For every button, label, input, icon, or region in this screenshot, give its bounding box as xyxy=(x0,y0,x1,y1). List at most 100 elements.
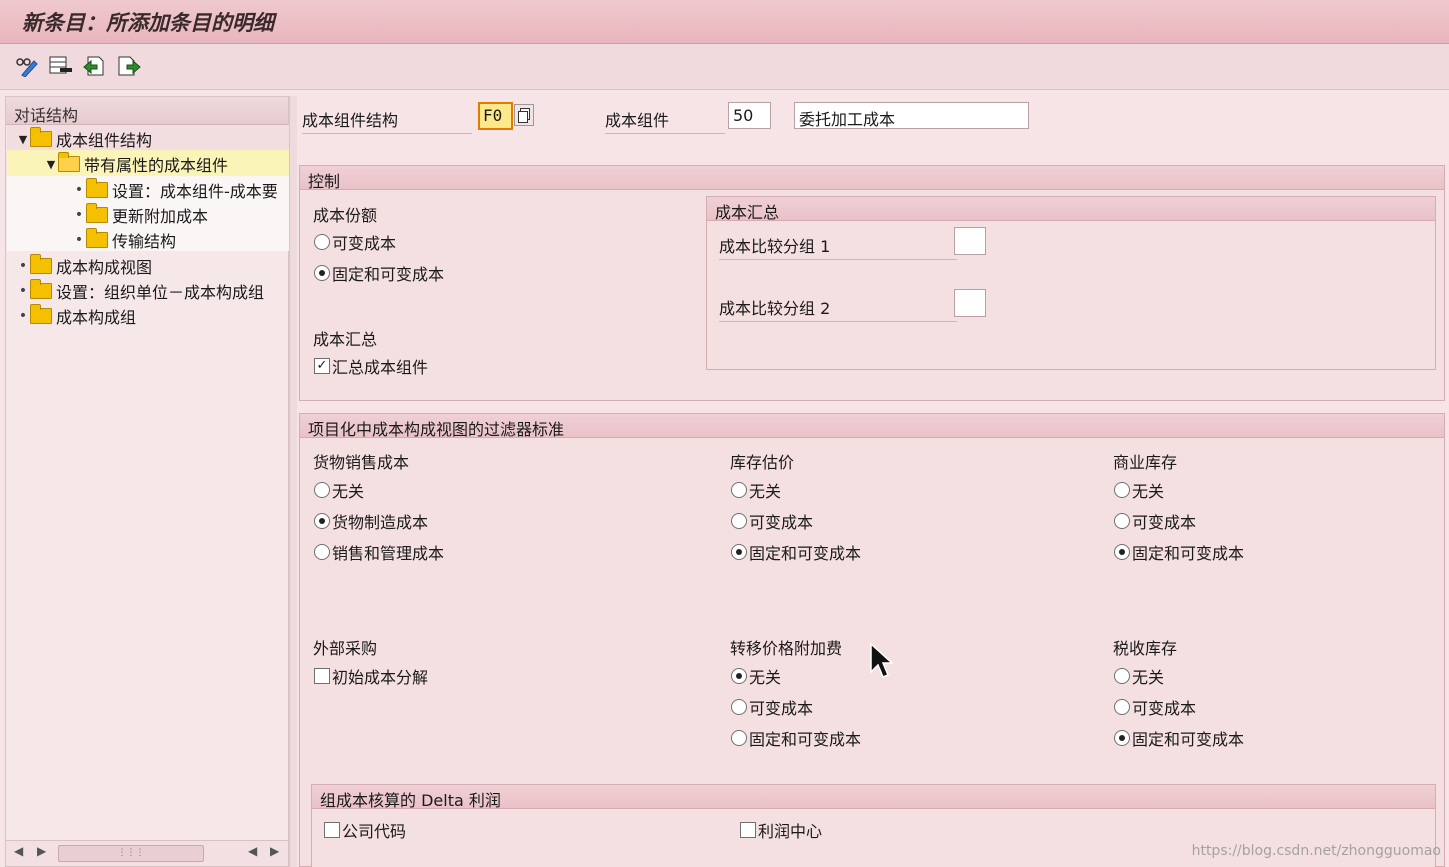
bullet-icon: • xyxy=(18,258,28,274)
filter-criteria-group: 项目化中成本构成视图的过滤器标准 货物销售成本 无关 货物制造成本 销售和管理成… xyxy=(299,413,1445,867)
comparison-group-1-input[interactable] xyxy=(954,227,986,255)
radio-circle-selected[interactable] xyxy=(731,668,747,684)
checkbox-unchecked[interactable] xyxy=(324,822,340,838)
checkbox-label: 公司代码 xyxy=(342,822,407,841)
comparison-group-2-input[interactable] xyxy=(954,289,986,317)
cost-rollup-title: 成本汇总 xyxy=(313,330,378,349)
radio-label: 货物制造成本 xyxy=(332,513,429,532)
radio-fixed-variable-cost[interactable]: 固定和可变成本 xyxy=(314,262,444,284)
expand-triangle-icon[interactable]: ▼ xyxy=(16,133,30,146)
cost-share-title: 成本份额 xyxy=(313,206,378,225)
display-change-icon[interactable] xyxy=(14,54,40,78)
radio-circle-selected[interactable] xyxy=(314,265,330,281)
tree-node-label: 更新附加成本 xyxy=(112,207,209,226)
tree-node-label: 传输结构 xyxy=(112,232,177,251)
radio-label: 无关 xyxy=(1132,482,1165,501)
cogs-title: 货物销售成本 xyxy=(313,453,410,472)
tree-node-cost-component-views[interactable]: • 成本构成视图 xyxy=(16,254,152,278)
checkbox-checked[interactable]: ✓ xyxy=(314,358,330,374)
tree-node-cost-component-groups[interactable]: • 成本构成组 xyxy=(16,304,136,328)
radio-circle[interactable] xyxy=(1114,482,1130,498)
radio-commercial-irrelevant[interactable]: 无关 xyxy=(1114,479,1164,501)
bullet-icon: • xyxy=(74,207,84,223)
radio-circle[interactable] xyxy=(314,234,330,250)
radio-circle[interactable] xyxy=(731,513,747,529)
radio-transfer-fixed-variable[interactable]: 固定和可变成本 xyxy=(731,727,861,749)
control-group-title: 控制 xyxy=(300,166,1444,191)
radio-circle[interactable] xyxy=(314,482,330,498)
cost-component-input[interactable]: 50 xyxy=(728,102,771,129)
radio-variable-cost[interactable]: 可变成本 xyxy=(314,231,396,253)
checkbox-label: 初始成本分解 xyxy=(332,668,429,687)
tree-node-settings-org-units[interactable]: • 设置：组织单位－成本构成组 xyxy=(16,279,264,303)
radio-circle-selected[interactable] xyxy=(731,544,747,560)
radio-cogs-sales-admin[interactable]: 销售和管理成本 xyxy=(314,541,444,563)
radio-circle-selected[interactable] xyxy=(314,513,330,529)
tax-inventory-title: 税收库存 xyxy=(1113,639,1178,658)
checkbox-unchecked[interactable] xyxy=(740,822,756,838)
radio-label: 可变成本 xyxy=(1132,513,1197,532)
radio-circle[interactable] xyxy=(314,544,330,560)
tree-node-label: 成本构成组 xyxy=(56,308,137,327)
checkbox-profit-center[interactable]: 利润中心 xyxy=(740,819,822,841)
folder-icon xyxy=(86,178,108,198)
cost-component-structure-input[interactable]: F0 xyxy=(478,102,513,130)
scroll-right-icon[interactable]: ▶ xyxy=(37,844,46,858)
delete-row-icon[interactable] xyxy=(48,54,74,78)
radio-circle-selected[interactable] xyxy=(1114,730,1130,746)
inventory-valuation-title: 库存估价 xyxy=(730,453,795,472)
scroll-right-icon[interactable]: ▶ xyxy=(270,844,279,858)
radio-circle[interactable] xyxy=(1114,699,1130,715)
checkbox-label: 利润中心 xyxy=(758,822,823,841)
tree-node-components-with-attributes[interactable]: ▼ 带有属性的成本组件 xyxy=(44,152,228,176)
radio-transfer-irrelevant[interactable]: 无关 xyxy=(731,665,781,687)
radio-inventory-fixed-variable[interactable]: 固定和可变成本 xyxy=(731,541,861,563)
radio-tax-variable[interactable]: 可变成本 xyxy=(1114,696,1196,718)
radio-circle[interactable] xyxy=(1114,513,1130,529)
previous-entry-icon[interactable] xyxy=(82,54,108,78)
cost-component-description[interactable]: 委托加工成本 xyxy=(794,102,1029,129)
radio-circle[interactable] xyxy=(731,730,747,746)
radio-circle[interactable] xyxy=(731,482,747,498)
copy-icon[interactable] xyxy=(514,104,534,126)
tree-node-transfer-structure[interactable]: • 传输结构 xyxy=(72,228,176,252)
toolbar xyxy=(0,44,1449,90)
checkbox-company-code[interactable]: 公司代码 xyxy=(324,819,406,841)
next-entry-icon[interactable] xyxy=(116,54,142,78)
radio-inventory-variable[interactable]: 可变成本 xyxy=(731,510,813,532)
radio-transfer-variable[interactable]: 可变成本 xyxy=(731,696,813,718)
comparison-group-1-label: 成本比较分组 1 xyxy=(719,233,957,260)
radio-tax-irrelevant[interactable]: 无关 xyxy=(1114,665,1164,687)
checkbox-unchecked[interactable] xyxy=(314,668,330,684)
folder-icon xyxy=(30,127,52,147)
tree-node-cost-component-structure[interactable]: ▼ 成本组件结构 xyxy=(16,127,152,151)
tree-node-label: 成本组件结构 xyxy=(56,131,153,150)
radio-circle[interactable] xyxy=(1114,668,1130,684)
mouse-pointer-icon xyxy=(869,642,895,684)
bullet-icon: • xyxy=(18,283,28,299)
radio-inventory-irrelevant[interactable]: 无关 xyxy=(731,479,781,501)
tree-node-settings-cost-elements[interactable]: • 设置：成本组件-成本要 xyxy=(72,178,278,202)
scroll-left-icon[interactable]: ◀ xyxy=(14,844,23,858)
radio-commercial-variable[interactable]: 可变成本 xyxy=(1114,510,1196,532)
open-folder-icon xyxy=(58,152,80,172)
radio-label: 无关 xyxy=(749,482,782,501)
radio-tax-fixed-variable[interactable]: 固定和可变成本 xyxy=(1114,727,1244,749)
panel-splitter[interactable] xyxy=(289,96,297,867)
checkbox-initial-cost-split[interactable]: 初始成本分解 xyxy=(314,665,428,687)
tree-node-update-overhead[interactable]: • 更新附加成本 xyxy=(72,203,208,227)
expand-triangle-icon[interactable]: ▼ xyxy=(44,158,58,171)
checkbox-label: 汇总成本组件 xyxy=(332,358,429,377)
radio-cogs-manufacturing[interactable]: 货物制造成本 xyxy=(314,510,428,532)
cost-summary-group: 成本汇总 成本比较分组 1 成本比较分组 2 xyxy=(706,196,1436,370)
radio-circle[interactable] xyxy=(731,699,747,715)
radio-cogs-irrelevant[interactable]: 无关 xyxy=(314,479,364,501)
radio-circle-selected[interactable] xyxy=(1114,544,1130,560)
radio-commercial-fixed-variable[interactable]: 固定和可变成本 xyxy=(1114,541,1244,563)
scroll-thumb[interactable]: ⋮⋮⋮ xyxy=(58,845,204,862)
dialog-structure-panel: 对话结构 ▼ 成本组件结构 ▼ 带有属性的成本组件 • 设置：成本组件-成本要 … xyxy=(5,96,289,867)
scroll-left-icon[interactable]: ◀ xyxy=(248,844,257,858)
checkbox-rollup-components[interactable]: ✓ 汇总成本组件 xyxy=(314,355,428,377)
transfer-price-title: 转移价格附加费 xyxy=(730,639,843,658)
tree-horizontal-scrollbar[interactable]: ◀ ▶ ⋮⋮⋮ ◀ ▶ xyxy=(6,840,288,866)
